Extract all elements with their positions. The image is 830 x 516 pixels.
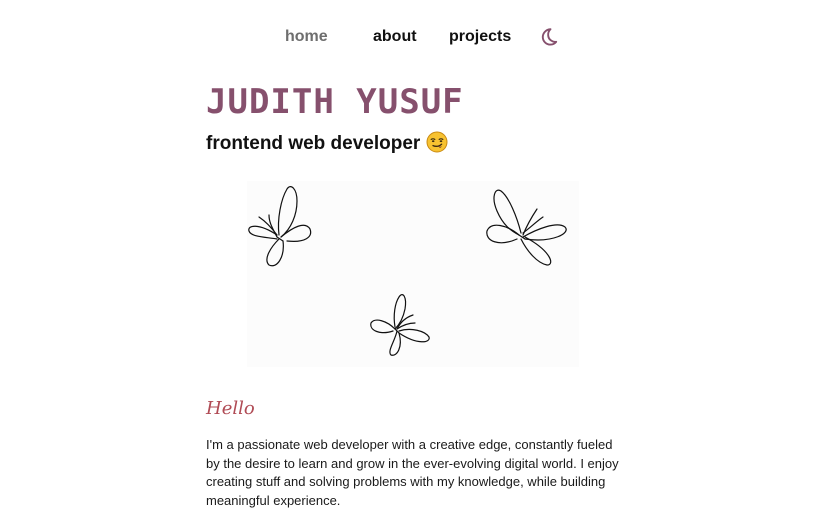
butterfly-bottom (370, 294, 430, 356)
butterfly-left (248, 186, 312, 267)
smirk-face-emoji-icon (426, 131, 448, 153)
intro-bio: I'm a passionate web developer with a cr… (206, 437, 619, 508)
nav-link-about[interactable]: about (373, 28, 417, 46)
butterfly-right (486, 189, 567, 266)
moon-icon (541, 28, 558, 46)
hero-role-text: frontend web developer (206, 133, 421, 154)
butterflies-illustration (247, 181, 579, 367)
nav-link-projects[interactable]: projects (449, 28, 511, 46)
hero-role: frontend web developer (206, 131, 448, 157)
intro-greeting: Hello (206, 398, 255, 419)
hero-name: JUDITH YUSUF (206, 82, 464, 122)
top-nav: home about projects (0, 26, 830, 52)
theme-toggle-button[interactable] (539, 26, 559, 48)
butterflies-line-art (248, 186, 567, 356)
nav-link-home[interactable]: home (285, 28, 328, 46)
